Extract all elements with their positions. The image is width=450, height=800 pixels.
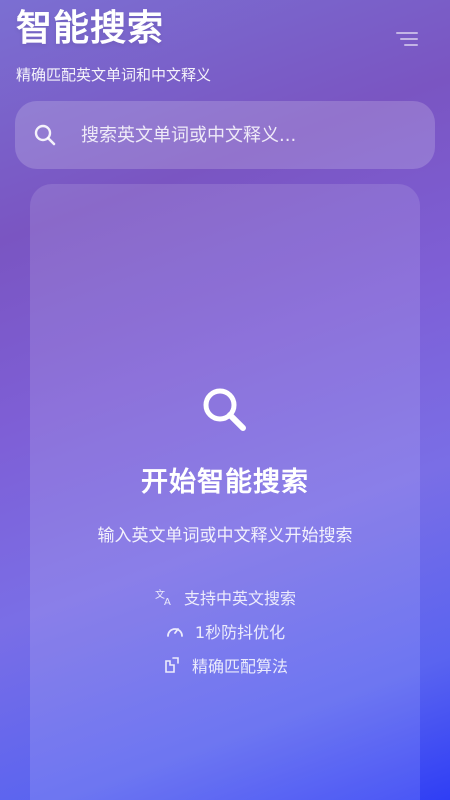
search-icon[interactable] (33, 123, 57, 147)
search-icon (203, 388, 246, 431)
menu-button[interactable] (396, 32, 418, 48)
feature-list: 文 A 支持中英文搜索 1秒防抖优化 精确匹配算法 (30, 580, 420, 682)
empty-state-title: 开始智能搜索 (141, 467, 309, 498)
page-subtitle: 精确匹配英文单词和中文释义 (16, 66, 212, 84)
empty-state-description: 输入英文单词或中文释义开始搜索 (97, 526, 353, 546)
feature-label: 支持中英文搜索 (183, 589, 296, 608)
menu-icon-line-2 (400, 38, 418, 40)
search-input[interactable] (79, 123, 435, 147)
search-bar[interactable] (15, 101, 435, 169)
svg-text:A: A (164, 597, 171, 607)
feature-label: 1秒防抖优化 (194, 623, 286, 642)
menu-icon (396, 32, 418, 34)
feature-label: 精确匹配算法 (191, 657, 288, 676)
empty-state: 开始智能搜索 输入英文单词或中文释义开始搜索 文 A 支持中英文搜索 1秒防抖优… (30, 384, 420, 682)
feature-item: 精确匹配算法 (30, 648, 420, 682)
feature-item: 文 A 支持中英文搜索 (30, 580, 420, 614)
header: 智能搜索 精确匹配英文单词和中文释义 (16, 6, 434, 85)
target-icon (165, 657, 179, 673)
menu-icon-line-3 (404, 44, 418, 46)
translate-icon: 文 A (155, 588, 171, 607)
app-screen: 智能搜索 精确匹配英文单词和中文释义 开始智能搜索 输入英文单词或中文释义开始搜… (0, 0, 450, 800)
feature-item: 1秒防抖优化 (30, 614, 420, 648)
results-card: 开始智能搜索 输入英文单词或中文释义开始搜索 文 A 支持中英文搜索 1秒防抖优… (30, 184, 420, 800)
speedometer-icon (167, 628, 183, 637)
page-title: 智能搜索 (16, 8, 165, 49)
